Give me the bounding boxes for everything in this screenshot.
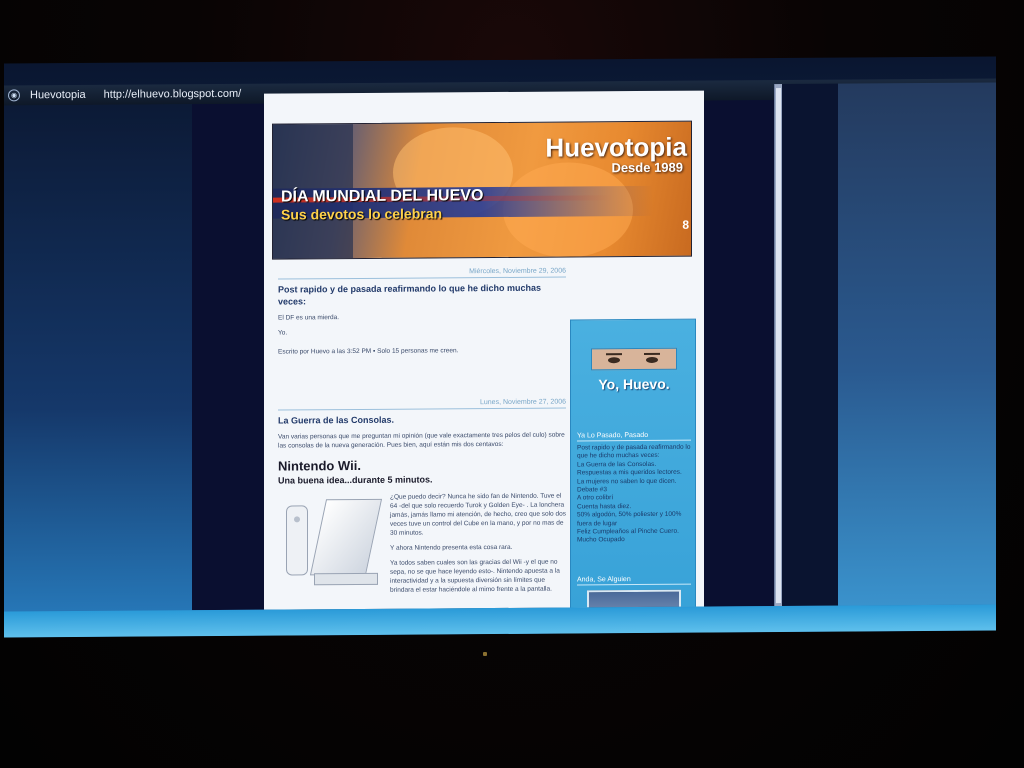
recent-post-link[interactable]: La mujeres no saben lo que dicen. — [577, 477, 693, 486]
blog-page: Huevotopia Desde 1989 DÍA MUNDIAL DEL HU… — [264, 90, 704, 610]
recent-post-link[interactable]: Mucho Ocupado — [577, 536, 693, 545]
post-text: ¿Que puedo decir? Nunca he sido fan de N… — [390, 492, 566, 601]
post-subheading: Una buena idea...durante 5 minutos. — [278, 474, 433, 486]
wii-stand-shape — [314, 572, 378, 586]
wii-console-shape — [309, 498, 383, 576]
recent-posts-list: Post rapido y de pasada reafirmando lo q… — [577, 444, 693, 546]
post-body-line: El DF es una mierda. — [278, 314, 340, 322]
address-url[interactable]: http://elhuevo.blogspot.com/ — [104, 88, 242, 101]
recent-post-link[interactable]: Respuestas a mis queridos lectores. — [577, 469, 693, 478]
post-paragraph: ¿Que puedo decir? Nunca he sido fan de N… — [390, 492, 566, 537]
posts-column: Miércoles, Noviembre 29, 2006 Post rapid… — [278, 267, 566, 610]
post-heading: Nintendo Wii. — [278, 457, 361, 474]
avatar-brow — [644, 352, 660, 355]
banner-headline: DÍA MUNDIAL DEL HUEVO — [281, 187, 484, 206]
power-led — [483, 652, 487, 656]
avatar-caption: Yo, Huevo. — [598, 375, 670, 393]
banner-channel-number: 8 — [682, 217, 689, 232]
blog-subtitle: Desde 1989 — [611, 159, 683, 176]
avatar-brow — [606, 353, 622, 356]
post-title[interactable]: Post rapido y de pasada reafirmando lo q… — [278, 282, 566, 308]
post-media-row: ¿Que puedo decir? Nunca he sido fan de N… — [278, 492, 566, 602]
recent-post-link[interactable]: Feliz Cumpleaños al Pinche Cuero. — [577, 528, 693, 537]
post-date: Miércoles, Noviembre 29, 2006 — [278, 267, 566, 280]
post-intro: Van varias personas que me preguntan mi … — [278, 431, 565, 450]
friends-heading: Anda, Se Alguien — [577, 575, 691, 586]
page-scrollbar[interactable] — [774, 84, 782, 607]
post-date: Lunes, Noviembre 27, 2006 — [278, 398, 566, 411]
window-title: Huevotopia — [30, 88, 86, 102]
post: Miércoles, Noviembre 29, 2006 Post rapid… — [278, 267, 566, 357]
desktop-left-area — [4, 104, 192, 612]
post: Lunes, Noviembre 27, 2006 La Guerra de l… — [278, 398, 566, 602]
banner-subheadline: Sus devotos lo celebran — [281, 205, 443, 223]
scrollbar-thumb[interactable] — [776, 88, 781, 604]
monitor-screen: ◉ Huevotopia http://elhuevo.blogspot.com… — [4, 56, 996, 638]
browser-icon[interactable]: ◉ — [8, 89, 20, 102]
post-footer[interactable]: Escrito por Huevo a las 3:52 PM ▪ Solo 1… — [278, 346, 566, 357]
avatar-eye — [646, 356, 658, 363]
post-body-line: Yo. — [278, 329, 288, 337]
wii-console-image — [278, 493, 383, 594]
wii-remote-shape — [286, 505, 308, 576]
avatar-eye — [608, 357, 620, 364]
post-paragraph: Ya todos saben cuales son las gracias de… — [390, 558, 560, 594]
avatar — [591, 347, 677, 371]
blog-header-banner[interactable]: Huevotopia Desde 1989 DÍA MUNDIAL DEL HU… — [272, 120, 692, 260]
recent-post-link[interactable]: 50% algodón, 50% poliester y 100% fuera … — [577, 511, 693, 529]
window-gap — [782, 83, 838, 607]
desktop-right-area — [838, 82, 996, 606]
recent-post-link[interactable]: Post rapido y de pasada reafirmando lo q… — [577, 444, 693, 462]
remote-button — [294, 516, 300, 523]
blog-sidebar: Yo, Huevo. Ya Lo Pasado, Pasado Post rap… — [570, 318, 696, 610]
post-title[interactable]: La Guerra de las Consolas. — [278, 413, 566, 427]
post-paragraph: Y ahora Nintendo presenta esta cosa rara… — [390, 543, 513, 552]
recent-posts-heading: Ya Lo Pasado, Pasado — [577, 431, 691, 442]
